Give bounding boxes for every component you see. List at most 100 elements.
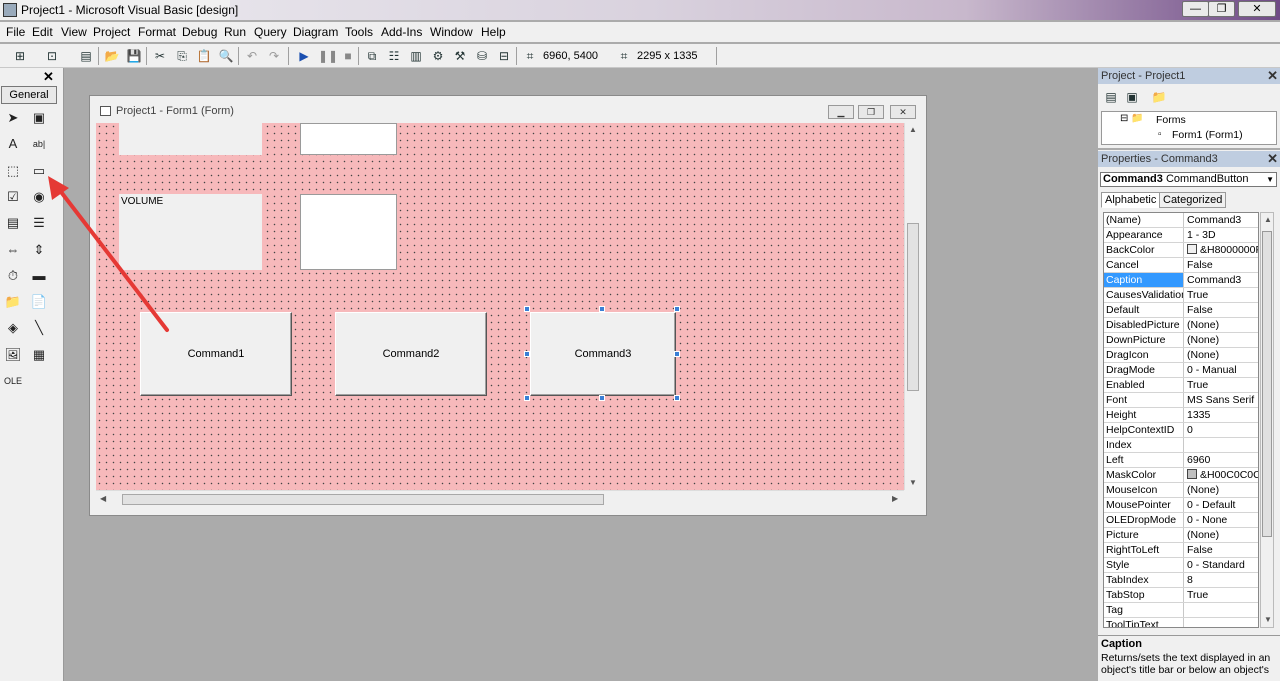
property-row[interactable]: Enabled True [1104,378,1258,393]
end-icon[interactable]: ■ [340,48,356,64]
property-value[interactable]: &H00C0C0C0 [1185,468,1258,482]
property-row[interactable]: MaskColor&H00C0C0C0 [1104,468,1258,483]
menu-file[interactable]: File [6,25,25,39]
property-value[interactable]: 6960 [1185,453,1258,467]
label-control[interactable] [119,123,262,155]
timer-tool-icon[interactable]: ⏱ [3,266,23,286]
toolbox-general-tab[interactable]: General [1,86,57,104]
picturebox-tool-icon[interactable]: ▣ [29,108,49,128]
property-value[interactable]: 0 [1185,423,1258,437]
data-view-icon[interactable]: ⛁ [474,48,490,64]
scroll-up-icon[interactable]: ▲ [1264,215,1272,224]
property-row[interactable]: Cancel False [1104,258,1258,273]
property-row[interactable]: MousePointer 0 - Default [1104,498,1258,513]
scroll-thumb[interactable] [907,223,919,391]
form-horizontal-scrollbar[interactable]: ◀ ▶ [96,490,904,507]
drivelistbox-tool-icon[interactable]: ▬ [29,266,49,286]
property-row[interactable]: HelpContextID 0 [1104,423,1258,438]
property-value[interactable]: &H8000000F [1185,243,1258,257]
object-browser-icon[interactable]: ⚙ [430,48,446,64]
ole-tool-icon[interactable]: OLE [3,371,23,391]
project-explorer-icon[interactable]: ⧉ [364,48,380,64]
form-canvas[interactable]: VOLUME Command1 Command2 Command3 [96,123,904,490]
scroll-up-icon[interactable]: ▲ [909,125,917,134]
volume-label-control[interactable]: VOLUME [119,194,262,270]
command1-button[interactable]: Command1 [140,312,292,396]
property-row[interactable]: Left 6960 [1104,453,1258,468]
property-value[interactable]: (None) [1185,318,1258,332]
add-form-icon[interactable]: ⊡ [44,48,60,64]
selection-handle[interactable] [524,395,530,401]
menu-tools[interactable]: Tools [345,25,373,39]
property-value[interactable]: True [1185,288,1258,302]
tab-categorized[interactable]: Categorized [1159,192,1227,208]
pointer-tool-icon[interactable]: ➤ [3,108,23,128]
property-row[interactable]: DownPicture (None) [1104,333,1258,348]
command3-button[interactable]: Command3 [530,312,676,396]
project-close-icon[interactable]: ✕ [1267,68,1278,84]
project-tree[interactable]: ⊟ 📁 Forms ▫ Form1 (Form1) [1101,111,1277,145]
image-tool-icon[interactable]: 🖼 [3,345,23,365]
property-row[interactable]: (Name) Command3 [1104,213,1258,228]
menu-format[interactable]: Format [138,25,176,39]
property-value[interactable]: 0 - Default [1185,498,1258,512]
property-row[interactable]: DragIcon (None) [1104,348,1258,363]
chevron-down-icon[interactable]: ▼ [1266,173,1274,186]
find-icon[interactable]: 🔍 [218,48,234,64]
commandbutton-tool-icon[interactable]: ▭ [29,161,49,181]
break-icon[interactable]: ❚❚ [318,48,338,64]
menu-query[interactable]: Query [254,25,287,39]
form-vertical-scrollbar[interactable]: ▲ ▼ [904,123,921,490]
property-row[interactable]: TabStop True [1104,588,1258,603]
scroll-thumb[interactable] [1262,231,1272,537]
paste-icon[interactable]: 📋 [196,48,212,64]
start-icon[interactable]: ▶ [296,48,312,64]
toolbox-close-icon[interactable]: ✕ [43,69,54,85]
menu-help[interactable]: Help [481,25,506,39]
line-tool-icon[interactable]: ╲ [29,318,49,338]
scroll-down-icon[interactable]: ▼ [1264,615,1272,624]
minimize-button[interactable]: — [1182,1,1209,17]
tab-alphabetic[interactable]: Alphabetic [1101,192,1161,208]
redo-icon[interactable]: ↷ [266,48,282,64]
property-row[interactable]: RightToLeft False [1104,543,1258,558]
frame-tool-icon[interactable]: ⬚ [3,161,23,181]
copy-icon[interactable]: ⎘ [174,48,190,64]
menu-editor-icon[interactable]: ▤ [78,48,94,64]
property-value[interactable]: 1335 [1185,408,1258,422]
property-value[interactable]: True [1185,588,1258,602]
selection-handle[interactable] [674,306,680,312]
menu-edit[interactable]: Edit [32,25,53,39]
menu-project[interactable]: Project [93,25,130,39]
scroll-left-icon[interactable]: ◀ [100,494,106,503]
volume-textbox-control[interactable] [300,194,397,270]
optionbutton-tool-icon[interactable]: ◉ [29,187,49,207]
property-value[interactable]: 0 - None [1185,513,1258,527]
label-tool-icon[interactable]: A [3,134,23,154]
property-row[interactable]: Tag [1104,603,1258,618]
close-button[interactable]: ✕ [1238,1,1276,17]
menu-view[interactable]: View [61,25,87,39]
undo-icon[interactable]: ↶ [244,48,260,64]
property-row[interactable]: OLEDropMode 0 - None [1104,513,1258,528]
property-row[interactable]: Style 0 - Standard [1104,558,1258,573]
property-row[interactable]: Appearance 1 - 3D [1104,228,1258,243]
toolbox-icon[interactable]: ⚒ [452,48,468,64]
hscrollbar-tool-icon[interactable]: ⇔ [3,240,23,260]
form-close-button[interactable]: ✕ [890,105,916,119]
property-row[interactable]: Index [1104,438,1258,453]
property-value[interactable]: MS Sans Serif [1185,393,1258,407]
scroll-right-icon[interactable]: ▶ [892,494,898,503]
checkbox-tool-icon[interactable]: ☑ [3,187,23,207]
save-project-icon[interactable]: 💾 [126,48,142,64]
view-object-icon[interactable]: ▣ [1124,89,1140,105]
property-row[interactable]: Font MS Sans Serif [1104,393,1258,408]
property-row[interactable]: BackColor &H8000000F [1104,243,1258,258]
property-value[interactable]: True [1185,378,1258,392]
property-row[interactable]: CausesValidation True [1104,288,1258,303]
property-row[interactable]: Default False [1104,303,1258,318]
menu-run[interactable]: Run [224,25,246,39]
property-value[interactable]: (None) [1185,528,1258,542]
view-code-icon[interactable]: ▤ [1103,89,1119,105]
dirlistbox-tool-icon[interactable]: 📁 [3,292,23,312]
